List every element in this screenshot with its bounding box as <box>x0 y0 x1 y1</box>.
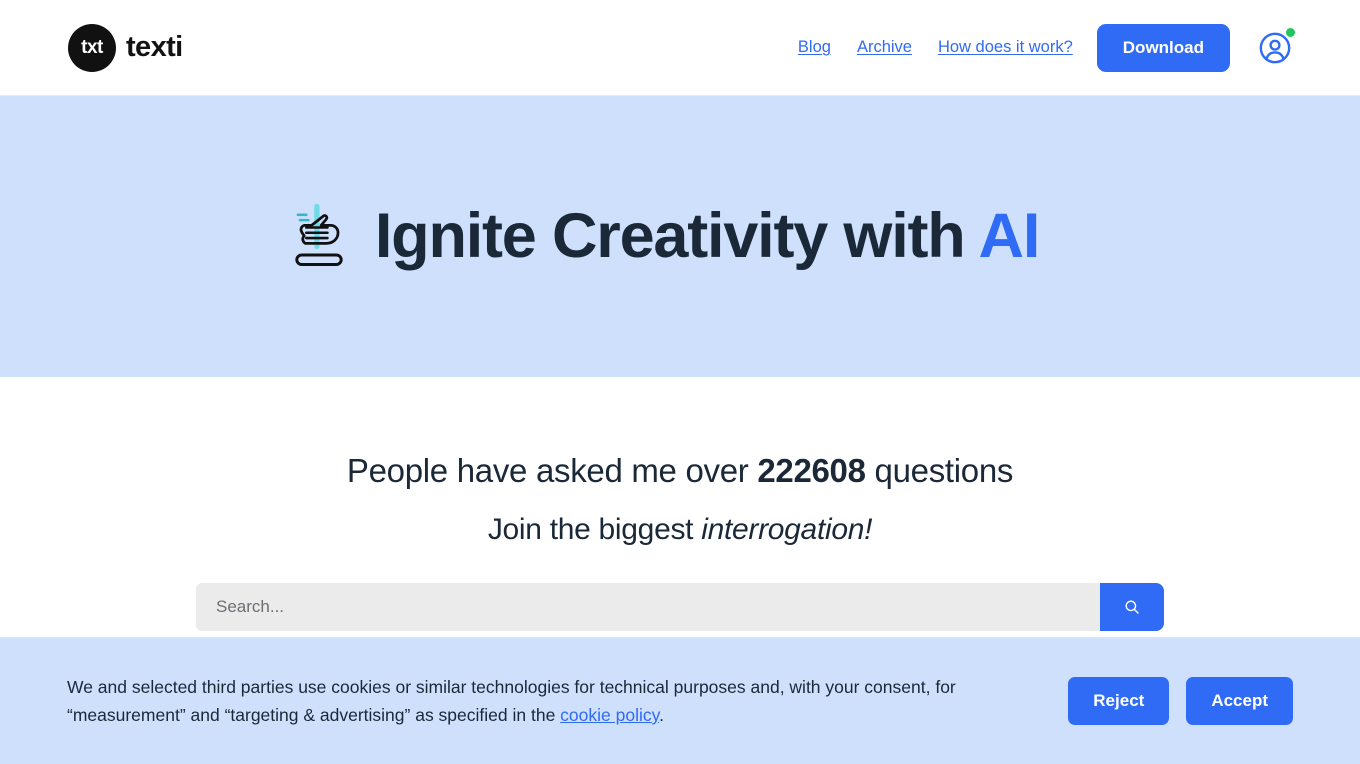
join-prefix: Join the biggest <box>487 512 702 546</box>
cookie-text-end: . <box>659 705 664 725</box>
search-icon <box>1125 600 1139 614</box>
logo-mark-icon: txt <box>68 23 116 72</box>
stat-prefix: People have asked me over <box>346 452 758 489</box>
avatar[interactable] <box>1258 27 1295 65</box>
nav-link-how-does-it-work[interactable]: How does it work? <box>938 38 1073 57</box>
search-bar <box>196 582 1164 631</box>
logo-mark-text: txt <box>81 37 103 58</box>
reject-cookies-button[interactable]: Reject <box>1068 677 1170 725</box>
join-tagline: Join the biggest interrogation! <box>487 512 873 547</box>
question-count: 222608 <box>757 452 866 489</box>
nav-link-blog[interactable]: Blog <box>798 38 831 57</box>
cookie-text-body: We and selected third parties use cookie… <box>67 676 956 725</box>
search-submit-button[interactable] <box>1100 582 1164 631</box>
cookie-banner-text: We and selected third parties use cookie… <box>67 673 1050 730</box>
header-actions: Blog Archive How does it work? Download <box>798 23 1295 72</box>
question-count-line: People have asked me over 222608 questio… <box>346 451 1014 491</box>
nav-link-archive[interactable]: Archive <box>857 38 912 57</box>
search-input[interactable] <box>196 582 1100 631</box>
cookie-consent-banner: We and selected third parties use cookie… <box>0 637 1360 764</box>
brand-logo[interactable]: txt texti <box>68 23 183 72</box>
download-button[interactable]: Download <box>1096 23 1230 72</box>
hero-section: Ignite Creativity with AI <box>0 96 1360 377</box>
page-title: Ignite Creativity with AI <box>374 201 1041 272</box>
cookie-policy-link[interactable]: cookie policy <box>560 705 659 725</box>
hero-title-main: Ignite Creativity with <box>374 201 979 272</box>
hero-content: Ignite Creativity with AI <box>285 200 1041 274</box>
stat-suffix: questions <box>865 452 1014 489</box>
brand-name: texti <box>126 31 183 63</box>
accept-cookies-button[interactable]: Accept <box>1186 677 1293 725</box>
cookie-banner-actions: Reject Accept <box>1068 677 1293 725</box>
site-header: txt texti Blog Archive How does it work?… <box>0 0 1360 96</box>
hero-title-accent: AI <box>978 201 1041 272</box>
writing-hand-icon <box>295 203 343 266</box>
join-emphasis: interrogation! <box>701 512 873 546</box>
status-dot-badge <box>1286 27 1295 37</box>
main-content: People have asked me over 222608 questio… <box>0 377 1360 631</box>
main-navigation: Blog Archive How does it work? <box>798 38 1073 57</box>
